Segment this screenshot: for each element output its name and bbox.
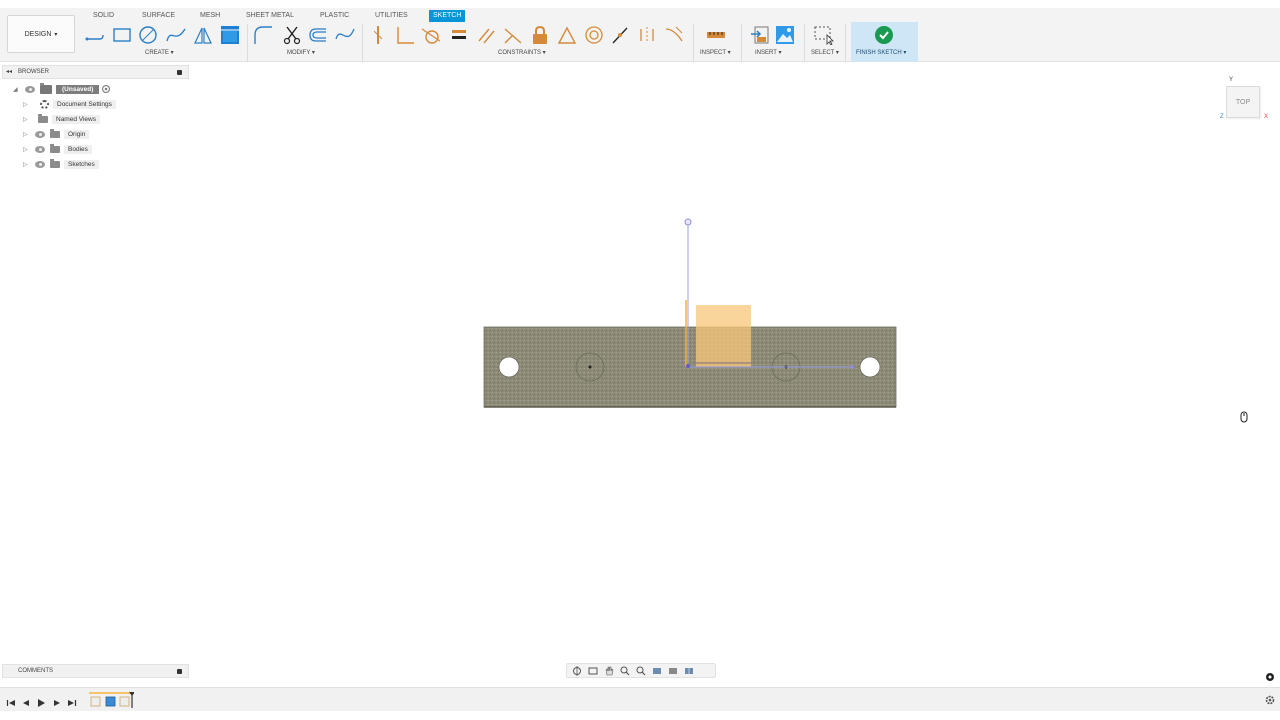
- mirror-tool-icon[interactable]: [192, 24, 214, 46]
- comments-title: COMMENTS: [18, 668, 53, 674]
- trim-scissors-icon[interactable]: [281, 24, 303, 46]
- title-strip: [0, 0, 1280, 8]
- finish-sketch-text: FINISH SKETCH: [856, 50, 902, 56]
- fusion-app: DESIGN ▾ SOLID SURFACE MESH SHEET METAL …: [0, 0, 1280, 720]
- circle-tool-icon[interactable]: [137, 24, 159, 46]
- look-at-icon[interactable]: [587, 666, 599, 676]
- checkmark-icon: [875, 26, 893, 44]
- pan-hand-icon[interactable]: [603, 666, 615, 676]
- sketch-profile[interactable]: [696, 305, 751, 367]
- finish-sketch-label: FINISH SKETCH ▾: [856, 50, 907, 56]
- orbit-icon[interactable]: [571, 665, 583, 676]
- viewports-icon[interactable]: [683, 666, 695, 676]
- design-workspace-label: DESIGN: [24, 30, 52, 38]
- modify-menu[interactable]: MODIFY ▾: [287, 49, 315, 56]
- tab-sheet-metal[interactable]: SHEET METAL: [246, 10, 294, 22]
- finish-sketch-button[interactable]: FINISH SKETCH ▾: [851, 22, 918, 62]
- modify-menu-label: MODIFY: [287, 50, 311, 56]
- select-window-icon[interactable]: [813, 24, 835, 46]
- axis-y-label: Y: [1229, 77, 1234, 83]
- comments-panel-header[interactable]: COMMENTS: [2, 664, 189, 678]
- counterbore-left-center: [588, 365, 592, 369]
- parallel-constraint-icon[interactable]: [476, 24, 498, 46]
- through-hole-left[interactable]: [498, 356, 520, 378]
- constraints-menu-label: CONSTRAINTS: [498, 50, 542, 56]
- toolbar-separator: [741, 24, 742, 62]
- symmetry-constraint-icon[interactable]: [636, 24, 658, 46]
- comment-bubble-icon[interactable]: [1265, 669, 1275, 681]
- insert-menu[interactable]: INSERT ▾: [755, 49, 781, 56]
- tab-plastic[interactable]: PLASTIC: [320, 10, 349, 22]
- offset-tool-icon[interactable]: [307, 24, 329, 46]
- create-menu-label: CREATE: [145, 50, 169, 56]
- coincident-constraint-icon[interactable]: [367, 24, 389, 46]
- toolbar-separator: [845, 24, 846, 62]
- viewcube-top-face[interactable]: TOP: [1226, 86, 1260, 118]
- through-hole-right[interactable]: [859, 356, 881, 378]
- grid-settings-icon[interactable]: [667, 666, 679, 676]
- mouse-cursor-icon: [1240, 410, 1248, 423]
- go-to-start-icon[interactable]: [6, 695, 16, 706]
- tab-utilities[interactable]: UTILITIES: [375, 10, 408, 22]
- toolbar: DESIGN ▾ SOLID SURFACE MESH SHEET METAL …: [0, 8, 1280, 62]
- curvature-constraint-icon[interactable]: [663, 24, 685, 46]
- inspect-menu-label: INSPECT: [700, 50, 726, 56]
- step-back-icon[interactable]: [21, 695, 31, 706]
- design-workspace-button[interactable]: DESIGN ▾: [7, 15, 75, 53]
- spline-tool-icon[interactable]: [165, 24, 187, 46]
- constraints-menu[interactable]: CONSTRAINTS ▾: [498, 49, 546, 56]
- equal-constraint-icon[interactable]: [448, 24, 470, 46]
- insert-derive-icon[interactable]: [749, 24, 771, 46]
- graphics-viewport[interactable]: [0, 62, 1280, 682]
- conic-curve-icon[interactable]: [334, 24, 356, 46]
- timeline-settings-gear-icon[interactable]: [1264, 693, 1276, 705]
- timeline-features[interactable]: [89, 692, 134, 708]
- tab-mesh[interactable]: MESH: [200, 10, 220, 22]
- project-tool-icon[interactable]: [219, 24, 241, 46]
- axis-x-label: X: [1264, 114, 1269, 120]
- midpoint-constraint-icon[interactable]: [556, 24, 578, 46]
- insert-menu-label: INSERT: [755, 50, 777, 56]
- pin-icon[interactable]: [177, 669, 182, 674]
- horizontal-vertical-constraint-icon[interactable]: [609, 24, 631, 46]
- display-settings-icon[interactable]: [651, 666, 663, 676]
- toolbar-separator: [693, 24, 694, 62]
- tangent-constraint-icon[interactable]: [420, 24, 442, 46]
- fix-lock-icon[interactable]: [529, 24, 551, 46]
- zoom-icon[interactable]: [619, 666, 631, 676]
- measure-tool-icon[interactable]: [705, 24, 727, 46]
- sketch-endpoint-right[interactable]: [850, 365, 854, 369]
- tab-solid[interactable]: SOLID: [93, 10, 114, 22]
- axis-z-label: Z: [1220, 114, 1224, 120]
- collinear-constraint-icon[interactable]: [502, 24, 524, 46]
- navigation-bar: [566, 663, 716, 678]
- toolbar-separator: [247, 24, 248, 62]
- toolbar-separator: [362, 24, 363, 62]
- play-icon[interactable]: [36, 695, 46, 707]
- inspect-menu[interactable]: INSPECT ▾: [700, 49, 731, 56]
- go-to-end-icon[interactable]: [67, 695, 77, 706]
- perpendicular-constraint-icon[interactable]: [394, 24, 416, 46]
- chevron-down-icon: ▾: [54, 31, 58, 38]
- select-menu[interactable]: SELECT ▾: [811, 49, 839, 56]
- tab-sketch[interactable]: SKETCH: [429, 10, 466, 22]
- rectangle-tool-icon[interactable]: [111, 24, 133, 46]
- select-menu-label: SELECT: [811, 50, 835, 56]
- insert-image-icon[interactable]: [774, 24, 796, 46]
- fit-zoom-icon[interactable]: [635, 666, 647, 676]
- fillet-tool-icon[interactable]: [252, 24, 274, 46]
- toolbar-separator: [804, 24, 805, 62]
- line-tool-icon[interactable]: [84, 24, 106, 46]
- sketch-origin-point[interactable]: [686, 364, 690, 368]
- sketch-endpoint[interactable]: [684, 218, 692, 226]
- create-menu[interactable]: CREATE ▾: [145, 49, 174, 56]
- timeline: [0, 687, 1280, 711]
- tab-surface[interactable]: SURFACE: [142, 10, 175, 22]
- step-forward-icon[interactable]: [52, 695, 62, 706]
- concentric-constraint-icon[interactable]: [583, 24, 605, 46]
